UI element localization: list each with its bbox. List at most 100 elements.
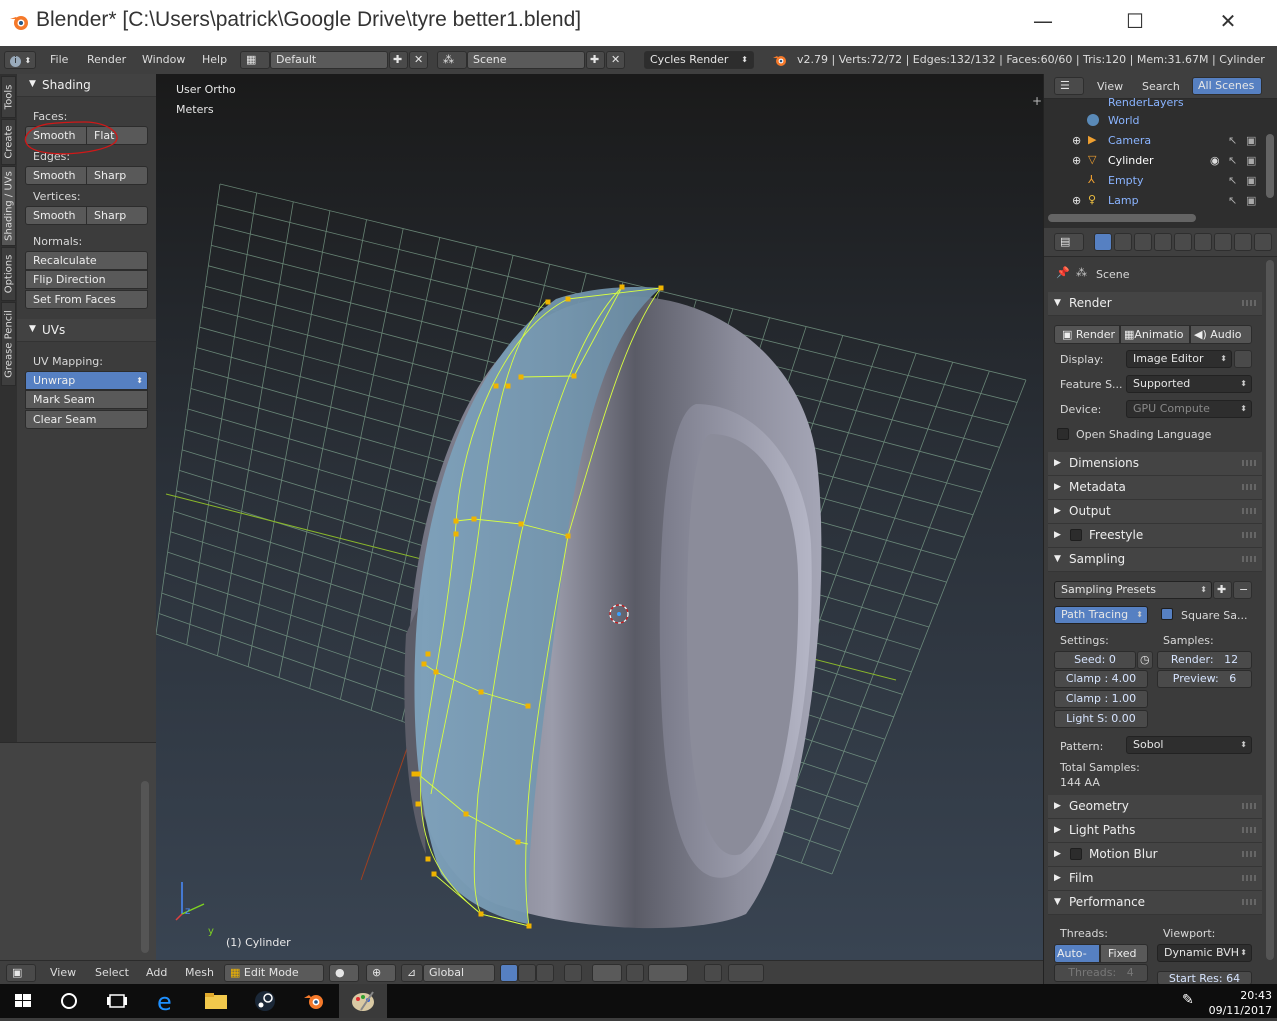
start-resolution-field[interactable]: Start Res: 64 — [1157, 971, 1252, 985]
drag-grip-icon[interactable] — [1242, 460, 1256, 466]
clamp-direct-field[interactable]: Clamp : 4.00 — [1054, 670, 1148, 688]
tab-render-icon[interactable] — [1094, 233, 1112, 251]
threads-fixed-button[interactable]: Fixed — [1100, 944, 1148, 963]
pen-workspace-icon[interactable]: ✎ — [1182, 992, 1194, 1008]
paint-app-button[interactable] — [339, 984, 387, 1018]
render-camera-icon[interactable]: ▣ — [1246, 174, 1256, 187]
render-audio-button[interactable]: ◀) Audio — [1190, 325, 1252, 344]
add-preset-button[interactable]: ✚ — [1213, 581, 1232, 599]
scrollbar[interactable] — [141, 781, 149, 953]
start-button[interactable] — [0, 984, 48, 1018]
vertices-sharp-button[interactable]: Sharp — [86, 206, 148, 225]
outliner-row[interactable]: ⊕ ▽ Cylinder ◉ ↖ ▣ — [1044, 151, 1262, 171]
screen-layout-icon-button[interactable]: ▦ — [240, 51, 270, 69]
file-explorer-button[interactable] — [192, 984, 240, 1018]
performance-panel-header[interactable]: ▼ Performance — [1048, 891, 1262, 915]
freestyle-checkbox[interactable] — [1070, 529, 1082, 541]
editor-type-button[interactable]: i ⬍ — [4, 51, 36, 69]
render-engine-select[interactable]: Cycles Render ⬍ — [644, 51, 754, 69]
face-select-button[interactable] — [536, 964, 554, 982]
select-arrow-icon[interactable]: ↖ — [1228, 154, 1237, 167]
minimize-button[interactable]: — — [1020, 6, 1066, 36]
editor-type-button[interactable]: ▣ — [6, 964, 36, 982]
sampling-presets-select[interactable]: Sampling Presets ⬍ — [1054, 581, 1212, 599]
editor-type-button[interactable]: ▤ — [1054, 233, 1084, 251]
device-select[interactable]: GPU Compute ⬍ — [1126, 400, 1252, 418]
expand-icon[interactable]: ⊕ — [1072, 134, 1081, 147]
drag-grip-icon[interactable] — [1242, 803, 1256, 809]
menu-mesh[interactable]: Mesh — [185, 966, 214, 979]
viewport-shading-select[interactable]: ● — [329, 964, 359, 982]
edge-browser-button[interactable]: e — [143, 984, 191, 1018]
clock-time[interactable]: 20:43 — [1212, 989, 1272, 1002]
vertices-smooth-button[interactable]: Smooth — [25, 206, 87, 225]
menu-file[interactable]: File — [50, 53, 68, 66]
tab-world-icon[interactable] — [1154, 233, 1172, 251]
tab-constraints-icon[interactable] — [1194, 233, 1212, 251]
seed-field[interactable]: Seed: 0 — [1054, 651, 1136, 669]
render-image-button[interactable]: ▣ Render — [1054, 325, 1120, 344]
eye-icon[interactable]: ◉ — [1210, 154, 1220, 167]
menu-add[interactable]: Add — [146, 966, 167, 979]
limit-selection-button[interactable] — [564, 964, 582, 982]
edge-select-button[interactable] — [518, 964, 536, 982]
select-arrow-icon[interactable]: ↖ — [1228, 194, 1237, 207]
square-samples-checkbox[interactable] — [1161, 608, 1173, 620]
outliner-row[interactable]: ⊕ ♀ Lamp ↖ ▣ — [1044, 191, 1262, 211]
motion-blur-checkbox[interactable] — [1070, 848, 1082, 860]
drag-grip-icon[interactable] — [1242, 556, 1256, 562]
threads-count-field[interactable]: Threads: 4 — [1054, 964, 1148, 982]
outliner-row[interactable]: World — [1044, 111, 1262, 131]
unwrap-menu-button[interactable]: Unwrap ⬍ — [25, 371, 148, 390]
select-arrow-icon[interactable]: ↖ — [1228, 134, 1237, 147]
render-camera-icon[interactable]: ▣ — [1246, 154, 1256, 167]
drag-grip-icon[interactable] — [1242, 827, 1256, 833]
vertex-select-button[interactable] — [500, 964, 518, 982]
drag-grip-icon[interactable] — [1242, 508, 1256, 514]
select-arrow-icon[interactable]: ↖ — [1228, 174, 1237, 187]
pattern-select[interactable]: Sobol ⬍ — [1126, 736, 1252, 754]
viewport-corner-plus-icon[interactable]: + — [1032, 94, 1042, 108]
clear-seam-button[interactable]: Clear Seam — [25, 410, 148, 429]
maximize-button[interactable]: ☐ — [1112, 6, 1158, 36]
drag-grip-icon[interactable] — [1242, 875, 1256, 881]
render-camera-icon[interactable]: ▣ — [1246, 134, 1256, 147]
feature-set-select[interactable]: Supported ⬍ — [1126, 375, 1252, 393]
tab-tools[interactable]: Tools — [1, 76, 16, 118]
steam-button[interactable] — [241, 984, 289, 1018]
flip-direction-button[interactable]: Flip Direction — [25, 270, 148, 289]
film-panel-header[interactable]: ▶ Film — [1048, 867, 1262, 891]
menu-select[interactable]: Select — [95, 966, 129, 979]
screen-layout-field[interactable]: Default — [270, 51, 388, 69]
search-button[interactable] — [46, 984, 94, 1018]
scene-field[interactable]: Scene — [467, 51, 585, 69]
task-view-button[interactable] — [94, 984, 142, 1018]
menu-window[interactable]: Window — [142, 53, 185, 66]
tab-scene-icon[interactable] — [1134, 233, 1152, 251]
geometry-panel-header[interactable]: ▶ Geometry — [1048, 795, 1262, 819]
lock-interface-button[interactable] — [1234, 350, 1252, 368]
dimensions-panel-header[interactable]: ▶ Dimensions — [1048, 452, 1262, 476]
outliner-display-mode[interactable]: All Scenes — [1192, 77, 1262, 95]
drag-grip-icon[interactable] — [1242, 532, 1256, 538]
light-sampling-threshold-field[interactable]: Light S: 0.00 — [1054, 710, 1148, 728]
drag-grip-icon[interactable] — [1242, 899, 1256, 905]
add-scene-button[interactable]: ✚ — [586, 51, 605, 69]
mark-seam-button[interactable]: Mark Seam — [25, 390, 148, 409]
drag-grip-icon[interactable] — [1242, 300, 1256, 306]
proportional-edit-select[interactable] — [592, 964, 622, 982]
add-layout-button[interactable]: ✚ — [389, 51, 408, 69]
render-animation-button[interactable]: ▦Animatio — [1120, 325, 1190, 344]
viewport-canvas[interactable]: + — [156, 74, 1043, 960]
outliner-vscrollbar[interactable] — [1266, 134, 1274, 198]
manipulator-toggle[interactable]: ⊿ — [401, 964, 423, 982]
shading-panel-header[interactable]: ▼ Shading — [17, 74, 156, 97]
freestyle-panel-header[interactable]: ▶ Freestyle — [1048, 524, 1262, 548]
expand-icon[interactable]: ⊕ — [1072, 154, 1081, 167]
pivot-select[interactable]: ⊕ — [366, 964, 396, 982]
expand-icon[interactable]: ⊕ — [1072, 194, 1081, 207]
snap-select[interactable] — [648, 964, 688, 982]
set-from-faces-button[interactable]: Set From Faces — [25, 290, 148, 309]
properties-scrollbar[interactable] — [1266, 260, 1274, 960]
menu-render[interactable]: Render — [87, 53, 126, 66]
